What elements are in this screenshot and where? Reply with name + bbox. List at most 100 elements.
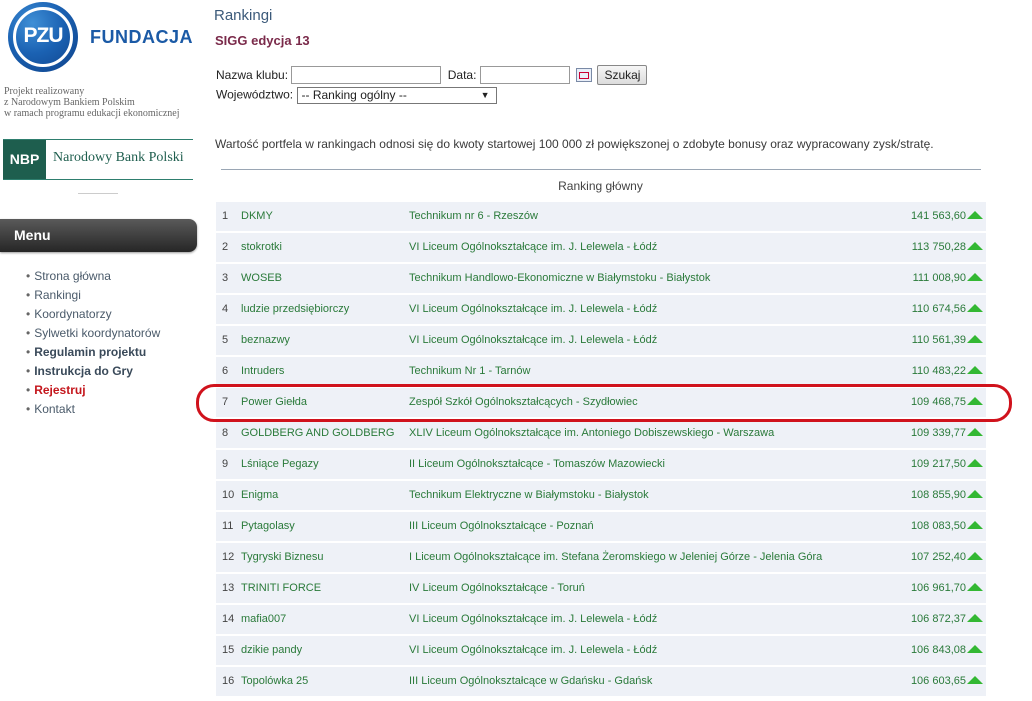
club-name-cell[interactable]: GOLDBERG AND GOLDBERG — [241, 427, 394, 439]
menu-item-link[interactable]: Sylwetki koordynatorów — [34, 326, 160, 340]
table-row[interactable]: 14 mafia007 VI Liceum Ogólnokształcące im.… — [216, 605, 986, 636]
club-name-input[interactable] — [291, 66, 442, 84]
menu-item[interactable]: • Instrukcja do Gry — [26, 362, 160, 381]
up-triangle-icon — [967, 583, 983, 591]
club-name-label: Nazwa klubu: — [216, 68, 289, 82]
rank-cell: 11 — [222, 520, 234, 532]
table-row[interactable]: 4 ludzie przedsiębiorczy VI Liceum Ogólnok… — [216, 295, 986, 326]
portfolio-value-cell: 106 843,08 — [910, 644, 966, 656]
brand-name[interactable]: FUNDACJA — [90, 27, 193, 48]
table-row[interactable]: 1 DKMY Technikum nr 6 - Rzeszów 141 563,60 — [216, 202, 986, 233]
menu-item[interactable]: • Kontakt — [26, 400, 160, 419]
table-row[interactable]: 2 stokrotki VI Liceum Ogólnokształcące im.… — [216, 233, 986, 264]
table-header: Ranking główny — [558, 179, 643, 193]
club-name-cell[interactable]: DKMY — [241, 210, 273, 222]
menu-item[interactable]: • Rejestruj — [26, 381, 160, 400]
table-row[interactable]: 7 Power Giełda Zespół Szkół Ogólnokształcą… — [216, 388, 986, 419]
rank-cell: 15 — [222, 644, 235, 656]
school-cell[interactable]: VI Liceum Ogólnokształcące im. J. Lelewe… — [409, 644, 657, 656]
project-line: z Narodowym Bankiem Polskim — [4, 97, 135, 108]
date-input[interactable] — [479, 66, 570, 84]
club-name-cell[interactable]: Enigma — [241, 489, 278, 501]
table-row[interactable]: 3 WOSEB Technikum Handlowo-Ekonomiczne w B… — [216, 264, 986, 295]
up-triangle-icon — [967, 304, 983, 312]
club-name-cell[interactable]: Topolówka 25 — [241, 675, 308, 687]
menu-item[interactable]: • Rankingi — [26, 286, 160, 305]
menu-item[interactable]: • Koordynatorzy — [26, 305, 160, 324]
up-triangle-icon — [967, 521, 983, 529]
club-name-cell[interactable]: WOSEB — [241, 272, 282, 284]
rank-cell: 3 — [222, 272, 229, 284]
club-name-cell[interactable]: mafia007 — [241, 613, 286, 625]
club-name-cell[interactable]: Lśniące Pegazy — [241, 458, 319, 470]
menu-item-link[interactable]: Rankingi — [34, 288, 81, 302]
rank-cell: 2 — [222, 241, 229, 253]
portfolio-value-cell: 108 855,90 — [910, 489, 966, 501]
school-cell[interactable]: I Liceum Ogólnokształcące im. Stefana Że… — [409, 551, 822, 563]
menu-item-link[interactable]: Instrukcja do Gry — [34, 364, 133, 378]
school-cell[interactable]: VI Liceum Ogólnokształcące im. J. Lelewe… — [409, 303, 657, 315]
menu-item[interactable]: • Regulamin projektu — [26, 343, 160, 362]
table-row[interactable]: 13 TRINITI FORCE IV Liceum Ogólnokształcąc… — [216, 574, 986, 605]
portfolio-value-cell: 107 252,40 — [910, 551, 966, 563]
school-cell[interactable]: Zespół Szkół Ogólnokształcących - Szydło… — [409, 396, 638, 408]
portfolio-value-cell: 110 674,56 — [911, 303, 966, 315]
school-cell[interactable]: III Liceum Ogólnokształcące w Gdańsku - … — [409, 675, 652, 687]
edition-subtitle: SIGG edycja 13 — [215, 33, 310, 48]
search-button[interactable]: Szukaj — [597, 65, 648, 85]
club-name-cell[interactable]: dzikie pandy — [241, 644, 302, 656]
menu-item-link[interactable]: Kontakt — [34, 402, 75, 416]
rank-cell: 4 — [222, 303, 229, 315]
portfolio-value-cell: 109 339,77 — [910, 427, 966, 439]
club-name-cell[interactable]: Pytagolasy — [241, 520, 295, 532]
club-name-cell[interactable]: Intruders — [241, 365, 284, 377]
school-cell[interactable]: Technikum Elektryczne w Białymstoku - Bi… — [409, 489, 649, 501]
up-triangle-icon — [967, 490, 983, 498]
school-cell[interactable]: Technikum Nr 1 - Tarnów — [409, 365, 530, 377]
calendar-icon[interactable] — [576, 68, 593, 82]
menu-item-link[interactable]: Koordynatorzy — [34, 307, 111, 321]
club-name-cell[interactable]: TRINITI FORCE — [241, 582, 321, 594]
menu-item-link[interactable]: Rejestruj — [34, 383, 85, 397]
bullet-icon: • — [26, 383, 31, 397]
club-name-cell[interactable]: Power Giełda — [241, 396, 307, 408]
table-row[interactable]: 15 dzikie pandy VI Liceum Ogólnokształcące… — [216, 636, 986, 667]
table-row[interactable]: 10 Enigma Technikum Elektryczne w Białymst… — [216, 481, 986, 512]
bullet-icon: • — [26, 364, 31, 378]
menu-item[interactable]: • Sylwetki koordynatorów — [26, 324, 160, 343]
club-name-cell[interactable]: Tygryski Biznesu — [241, 551, 324, 563]
voivodeship-select[interactable]: -- Ranking ogólny -- ▼ — [296, 87, 497, 104]
club-name-cell[interactable]: stokrotki — [241, 241, 282, 253]
menu-item-link[interactable]: Strona główna — [34, 269, 111, 283]
table-row[interactable]: 8 GOLDBERG AND GOLDBERG XLIV Liceum Ogólno… — [216, 419, 986, 450]
up-triangle-icon — [967, 676, 983, 684]
portfolio-value-cell: 108 083,50 — [910, 520, 966, 532]
school-cell[interactable]: II Liceum Ogólnokształcące - Tomaszów Ma… — [409, 458, 665, 470]
up-triangle-icon — [967, 211, 983, 219]
nbp-logo[interactable]: NBP Narodowy Bank Polski — [3, 139, 193, 180]
school-cell[interactable]: Technikum nr 6 - Rzeszów — [409, 210, 538, 222]
menu-item-link[interactable]: Regulamin projektu — [34, 345, 146, 359]
school-cell[interactable]: VI Liceum Ogólnokształcące im. J. Lelewe… — [409, 334, 657, 346]
club-name-cell[interactable]: ludzie przedsiębiorczy — [241, 303, 349, 315]
school-cell[interactable]: III Liceum Ogólnokształcące - Poznań — [409, 520, 594, 532]
pzu-logo-text: PZU — [23, 24, 64, 47]
pzu-logo[interactable]: PZU — [8, 2, 78, 72]
bullet-icon: • — [26, 326, 31, 340]
rank-cell: 8 — [222, 427, 229, 439]
school-cell[interactable]: Technikum Handlowo-Ekonomiczne w Białyms… — [409, 272, 710, 284]
school-cell[interactable]: XLIV Liceum Ogólnokształcące im. Antonie… — [409, 427, 774, 439]
table-row[interactable]: 9 Lśniące Pegazy II Liceum Ogólnokształcąc… — [216, 450, 986, 481]
school-cell[interactable]: VI Liceum Ogólnokształcące im. J. Lelewe… — [409, 241, 657, 253]
table-row[interactable]: 11 Pytagolasy III Liceum Ogólnokształcące … — [216, 512, 986, 543]
table-row[interactable]: 5 beznazwy VI Liceum Ogólnokształcące im. … — [216, 326, 986, 357]
portfolio-info-text: Wartość portfela w rankingach odnosi się… — [215, 137, 934, 151]
table-row[interactable]: 6 Intruders Technikum Nr 1 - Tarnów 110 483… — [216, 357, 986, 388]
club-name-cell[interactable]: beznazwy — [241, 334, 290, 346]
project-description: Projekt realizowany z Narodowym Bankiem … — [4, 86, 204, 119]
school-cell[interactable]: IV Liceum Ogólnokształcące - Toruń — [409, 582, 585, 594]
school-cell[interactable]: VI Liceum Ogólnokształcące im. J. Lelewe… — [409, 613, 657, 625]
table-row[interactable]: 12 Tygryski Biznesu I Liceum Ogólnokształc… — [216, 543, 986, 574]
menu-item[interactable]: • Strona główna — [26, 267, 160, 286]
table-row[interactable]: 16 Topolówka 25 III Liceum Ogólnokształcąc… — [216, 667, 986, 698]
